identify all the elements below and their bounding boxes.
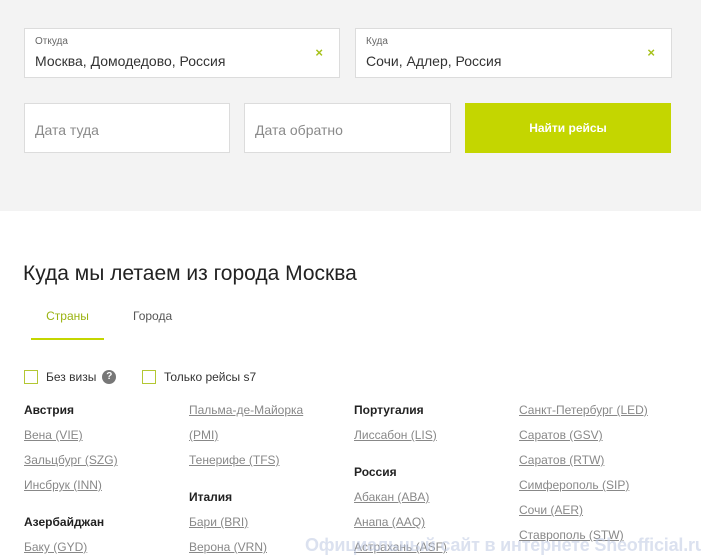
city-link[interactable]: Тенерифе (TFS) — [189, 451, 303, 476]
country-heading: Италия — [189, 490, 233, 504]
s7-only-filter[interactable]: Только рейсы s7 — [142, 370, 256, 384]
tab-cities[interactable]: Города — [133, 309, 172, 323]
country-heading: Азербайджан — [24, 515, 105, 529]
city-link[interactable]: (PMI) — [189, 426, 303, 451]
find-flights-button[interactable]: Найти рейсы — [465, 103, 671, 153]
date-back-placeholder: Дата обратно — [255, 122, 343, 138]
destinations-column-2: Пальма-де-Майорка (PMI) Тенерифе (TFS) Итал… — [189, 401, 303, 557]
country-heading: Австрия — [24, 403, 75, 417]
city-link[interactable]: Лиссабон (LIS) — [354, 426, 447, 451]
tab-countries[interactable]: Страны — [31, 309, 104, 340]
from-label: Откуда — [35, 36, 68, 47]
city-link[interactable]: Симферополь (SIP) — [519, 476, 648, 501]
no-visa-checkbox[interactable] — [24, 370, 38, 384]
s7-only-checkbox[interactable] — [142, 370, 156, 384]
city-link[interactable]: Зальцбург (SZG) — [24, 451, 118, 476]
s7-only-label: Только рейсы s7 — [164, 370, 257, 384]
destinations-column-3: Португалия Лиссабон (LIS) Россия Абакан (AB… — [354, 401, 447, 557]
date-back-field[interactable]: Дата обратно — [244, 103, 451, 153]
city-link[interactable]: Пальма-де-Майорка — [189, 401, 303, 426]
from-value[interactable]: Москва, Домодедово, Россия — [35, 53, 225, 69]
to-clear-icon[interactable]: × — [647, 45, 655, 60]
to-label: Куда — [366, 36, 388, 47]
no-visa-filter[interactable]: Без визы ? — [24, 370, 117, 384]
city-link[interactable]: Санкт-Петербург (LED) — [519, 401, 648, 426]
help-icon[interactable]: ? — [102, 370, 117, 384]
country-heading: Россия — [354, 465, 397, 479]
search-panel: Откуда Москва, Домодедово, Россия × Куда… — [0, 0, 701, 211]
city-link[interactable]: Инсбрук (INN) — [24, 476, 118, 501]
city-link[interactable]: Саратов (GSV) — [519, 426, 648, 451]
city-link[interactable]: Верона (VRN) — [189, 538, 303, 557]
from-clear-icon[interactable]: × — [315, 45, 323, 60]
date-there-field[interactable]: Дата туда — [24, 103, 230, 153]
from-field[interactable]: Откуда Москва, Домодедово, Россия × — [24, 28, 340, 78]
no-visa-label: Без визы — [46, 370, 97, 384]
country-heading: Португалия — [354, 403, 424, 417]
watermark: Официальный сайт в интернете Sheofficial… — [305, 535, 701, 555]
city-link[interactable]: Вена (VIE) — [24, 426, 118, 451]
page-title: Куда мы летаем из города Москва — [23, 262, 357, 285]
to-field[interactable]: Куда Сочи, Адлер, Россия × — [355, 28, 672, 78]
destinations-column-1: Австрия Вена (VIE) Зальцбург (SZG) Инсбрук … — [24, 401, 118, 557]
city-link[interactable]: Баку (GYD) — [24, 538, 118, 557]
date-there-placeholder: Дата туда — [35, 122, 99, 138]
to-value[interactable]: Сочи, Адлер, Россия — [366, 53, 501, 69]
city-link[interactable]: Саратов (RTW) — [519, 451, 648, 476]
city-link[interactable]: Бари (BRI) — [189, 513, 303, 538]
city-link[interactable]: Абакан (ABA) — [354, 488, 447, 513]
destinations-column-4: Санкт-Петербург (LED) Саратов (GSV) Сарато… — [519, 401, 648, 551]
city-link[interactable]: Сочи (AER) — [519, 501, 648, 526]
